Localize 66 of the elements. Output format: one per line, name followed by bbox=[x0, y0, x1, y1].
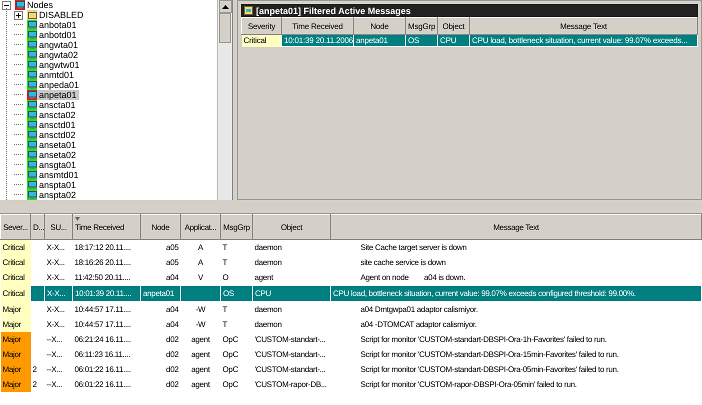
column-header[interactable]: Time Received bbox=[72, 214, 140, 240]
table-cell: Critical bbox=[242, 34, 282, 46]
table-cell: Major bbox=[0, 347, 30, 362]
tree-item[interactable]: angwta02 bbox=[37, 50, 80, 60]
table-cell: OS bbox=[220, 286, 252, 302]
column-header[interactable]: Message Text bbox=[330, 214, 702, 240]
tree-item[interactable]: anscta01 bbox=[37, 100, 78, 110]
table-cell: Critical bbox=[0, 255, 30, 270]
column-header[interactable]: MsgGrp bbox=[220, 214, 252, 240]
table-cell: Major bbox=[0, 362, 30, 377]
table-cell: Major bbox=[0, 332, 30, 347]
tree-item[interactable]: ansctd01 bbox=[37, 120, 78, 130]
window-icon bbox=[244, 6, 253, 15]
column-header[interactable]: SU... bbox=[44, 214, 72, 240]
tree-item[interactable]: ansmtd01 bbox=[37, 170, 81, 180]
column-header[interactable]: Sever... bbox=[0, 214, 30, 240]
table-cell: CPU bbox=[252, 286, 330, 302]
tree-item[interactable]: angwtw01 bbox=[37, 60, 82, 70]
collapse-toggle-icon[interactable] bbox=[2, 0, 11, 10]
table-cell: X-X... bbox=[44, 286, 72, 302]
tree-item[interactable]: ansgta01 bbox=[37, 160, 78, 170]
table-cell: CPU load, bottleneck situation, current value: 99.07% exceeds... bbox=[470, 34, 698, 46]
tree-item[interactable]: anspta01 bbox=[37, 180, 78, 190]
expand-toggle-icon[interactable] bbox=[14, 10, 23, 20]
table-cell bbox=[30, 286, 44, 302]
tree-item[interactable]: anmtd01 bbox=[37, 70, 76, 80]
table-cell: Major bbox=[0, 317, 30, 332]
column-header[interactable]: Node bbox=[354, 18, 406, 34]
table-cell: anpeta01 bbox=[140, 286, 180, 302]
tree-item[interactable]: anseta01 bbox=[37, 140, 78, 150]
column-header[interactable]: Object bbox=[438, 18, 470, 34]
table-cell: 10:01:39 20.11.... bbox=[72, 286, 140, 302]
table-cell: Critical bbox=[0, 270, 30, 286]
tree-item[interactable]: anspta02 bbox=[37, 190, 78, 200]
scrollbar[interactable] bbox=[217, 0, 232, 200]
table-cell bbox=[180, 286, 220, 302]
tree-item[interactable]: anseta02 bbox=[37, 150, 78, 160]
tree-item[interactable]: anscta02 bbox=[37, 110, 78, 120]
scroll-up-icon[interactable] bbox=[222, 4, 228, 8]
column-header[interactable]: Severity bbox=[242, 18, 282, 34]
tree-item[interactable]: ansctd02 bbox=[37, 130, 78, 140]
table-cell: Critical bbox=[0, 286, 30, 302]
table-cell: Critical bbox=[0, 240, 30, 255]
column-header[interactable]: D... bbox=[30, 214, 44, 240]
panel-title: [anpeta01] Filtered Active Messages bbox=[241, 4, 698, 17]
table-cell: Major bbox=[0, 302, 30, 317]
tree-item[interactable]: anbota01 bbox=[37, 20, 79, 30]
tree-item[interactable]: anpeta01 bbox=[37, 90, 79, 100]
table-cell: anpeta01 bbox=[354, 34, 406, 46]
column-header[interactable]: MsgGrp bbox=[406, 18, 438, 34]
tree-root[interactable]: Nodes bbox=[25, 0, 56, 10]
column-header[interactable]: Node bbox=[140, 214, 180, 240]
table-cell: Site Cache target server is down bbox=[330, 240, 702, 255]
tree-item[interactable]: DISABLED bbox=[37, 10, 86, 20]
sort-indicator-icon bbox=[75, 217, 80, 221]
tree-item[interactable]: anpeda01 bbox=[37, 80, 82, 90]
column-header[interactable]: Message Text bbox=[470, 18, 698, 34]
table-cell: CPU load, bottleneck situation, current value: 99.07% exceeds configured threshold: 99.00%. bbox=[330, 286, 702, 302]
column-header[interactable]: Object bbox=[252, 214, 330, 240]
table-cell: Major bbox=[0, 377, 30, 392]
scroll-thumb[interactable] bbox=[219, 13, 231, 43]
tree-item[interactable]: angwta01 bbox=[37, 40, 80, 50]
table-cell: 10:01:39 20.11.2006 bbox=[282, 34, 354, 46]
column-header[interactable]: Time Received bbox=[282, 18, 354, 34]
tree-item[interactable]: anbotd01 bbox=[37, 30, 79, 40]
column-header[interactable]: Applicat... bbox=[180, 214, 220, 240]
